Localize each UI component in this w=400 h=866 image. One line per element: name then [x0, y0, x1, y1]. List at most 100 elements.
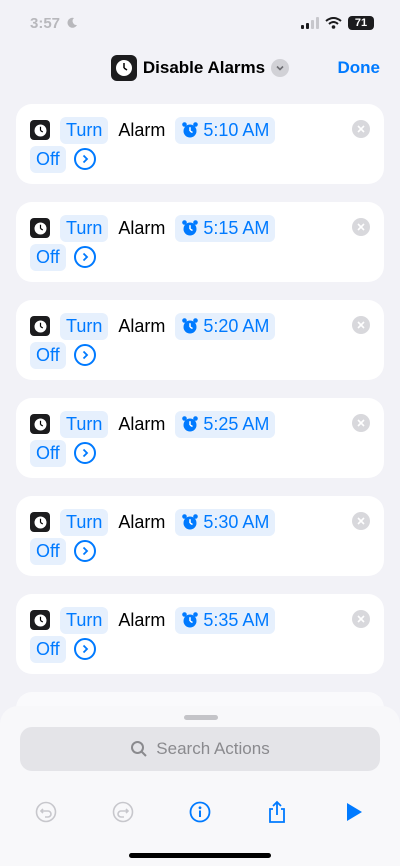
action-noun: Alarm — [118, 315, 166, 336]
redo-button[interactable] — [105, 794, 141, 830]
action-noun: Alarm — [118, 609, 166, 630]
editor-toolbar — [0, 794, 400, 830]
alarm-clock-icon — [182, 122, 199, 138]
state-parameter[interactable]: Off — [30, 635, 66, 663]
alarm-clock-icon — [182, 416, 199, 432]
action-card-line: Off — [30, 340, 370, 370]
action-card[interactable]: Turn Alarm 5:35 AM Off — [16, 594, 384, 674]
alarm-time: 5:20 AM — [203, 315, 270, 336]
action-card-line: Turn Alarm 5:30 AM — [30, 508, 370, 536]
home-indicator — [129, 853, 271, 858]
undo-button[interactable] — [28, 794, 64, 830]
alarm-clock-icon — [182, 318, 199, 334]
chevron-down-icon — [271, 59, 290, 77]
nav-bar: Disable Alarms Done — [0, 46, 400, 90]
expand-chevron-icon[interactable] — [73, 540, 96, 562]
state-parameter[interactable]: Off — [30, 341, 66, 369]
verb-label: Turn — [66, 217, 103, 238]
action-card[interactable]: Turn Alarm 5:20 AM Off — [16, 300, 384, 380]
toggle-verb-parameter[interactable]: Turn — [60, 312, 109, 340]
alarm-parameter[interactable]: 5:10 AM — [175, 116, 276, 144]
toggle-verb-parameter[interactable]: Turn — [60, 508, 109, 536]
sheet-grabber[interactable] — [184, 715, 218, 720]
action-card[interactable]: Turn Alarm 5:10 AM Off — [16, 104, 384, 184]
search-placeholder: Search Actions — [156, 739, 270, 758]
clock-app-icon — [30, 316, 50, 336]
page-title: Disable Alarms — [142, 58, 266, 77]
action-card-line: Off — [30, 144, 370, 174]
clock-app-icon — [30, 120, 50, 140]
cellular-signal-icon — [301, 17, 319, 29]
verb-label: Turn — [66, 609, 103, 630]
action-card[interactable]: Turn Alarm 5:25 AM Off — [16, 398, 384, 478]
undo-icon — [36, 801, 57, 823]
status-time-group: 3:57 — [30, 15, 78, 32]
alarm-parameter[interactable]: 5:35 AM — [175, 606, 276, 634]
expand-chevron-icon[interactable] — [73, 246, 96, 268]
remove-action-icon[interactable] — [352, 218, 370, 236]
alarm-parameter[interactable]: 5:20 AM — [175, 312, 276, 340]
action-card-line: Turn Alarm 5:20 AM — [30, 312, 370, 340]
alarm-time: 5:10 AM — [203, 119, 270, 140]
state-parameter[interactable]: Off — [30, 243, 66, 271]
alarm-parameter[interactable]: 5:30 AM — [175, 508, 276, 536]
done-button[interactable]: Done — [338, 58, 381, 78]
alarm-time: 5:35 AM — [203, 609, 270, 630]
expand-chevron-icon[interactable] — [73, 638, 96, 660]
toggle-verb-parameter[interactable]: Turn — [60, 116, 109, 144]
alarm-parameter[interactable]: 5:25 AM — [175, 410, 276, 438]
action-noun: Alarm — [118, 413, 166, 434]
verb-label: Turn — [66, 511, 103, 532]
run-button[interactable] — [336, 794, 372, 830]
clock-app-icon — [30, 218, 50, 238]
search-actions-field[interactable]: Search Actions — [20, 727, 380, 771]
alarm-time: 5:25 AM — [203, 413, 270, 434]
expand-chevron-icon[interactable] — [73, 442, 96, 464]
action-card-line: Off — [30, 536, 370, 566]
battery-level: 71 — [354, 17, 368, 29]
remove-action-icon[interactable] — [352, 120, 370, 138]
share-icon — [268, 800, 285, 823]
action-card-line: Off — [30, 438, 370, 468]
verb-label: Turn — [66, 315, 103, 336]
remove-action-icon[interactable] — [352, 414, 370, 432]
action-noun: Alarm — [118, 119, 166, 140]
clock-app-icon — [30, 414, 50, 434]
status-icons: 71 — [301, 16, 374, 30]
toggle-verb-parameter[interactable]: Turn — [60, 606, 109, 634]
wifi-icon — [325, 17, 342, 29]
alarm-clock-icon — [182, 612, 199, 628]
action-card-line: Off — [30, 242, 370, 272]
remove-action-icon[interactable] — [352, 610, 370, 628]
remove-action-icon[interactable] — [352, 512, 370, 530]
toggle-verb-parameter[interactable]: Turn — [60, 214, 109, 242]
state-parameter[interactable]: Off — [30, 537, 66, 565]
expand-chevron-icon[interactable] — [73, 344, 96, 366]
clock-app-icon — [110, 55, 137, 81]
alarm-clock-icon — [182, 220, 199, 236]
action-card[interactable]: Turn Alarm 5:30 AM Off — [16, 496, 384, 576]
action-card-line: Turn Alarm 5:35 AM — [30, 606, 370, 634]
action-list: Turn Alarm 5:10 AM Off Turn Alarm 5:15 A… — [16, 104, 384, 692]
toggle-verb-parameter[interactable]: Turn — [60, 410, 109, 438]
action-card[interactable]: Turn Alarm 5:15 AM Off — [16, 202, 384, 282]
state-label: Off — [36, 246, 60, 267]
status-bar: 3:57 71 — [0, 0, 400, 46]
action-card-line: Turn Alarm 5:15 AM — [30, 214, 370, 242]
state-parameter[interactable]: Off — [30, 439, 66, 467]
shortcut-title-menu[interactable]: Disable Alarms — [110, 55, 290, 81]
moon-icon — [67, 17, 78, 28]
state-label: Off — [36, 344, 60, 365]
alarm-clock-icon — [182, 514, 199, 530]
state-parameter[interactable]: Off — [30, 145, 66, 173]
verb-label: Turn — [66, 119, 103, 140]
state-label: Off — [36, 540, 60, 561]
alarm-parameter[interactable]: 5:15 AM — [175, 214, 276, 242]
expand-chevron-icon[interactable] — [73, 148, 96, 170]
info-button[interactable] — [182, 794, 218, 830]
remove-action-icon[interactable] — [352, 316, 370, 334]
action-card-line: Turn Alarm 5:25 AM — [30, 410, 370, 438]
state-label: Off — [36, 442, 60, 463]
share-button[interactable] — [259, 794, 295, 830]
action-noun: Alarm — [118, 217, 166, 238]
